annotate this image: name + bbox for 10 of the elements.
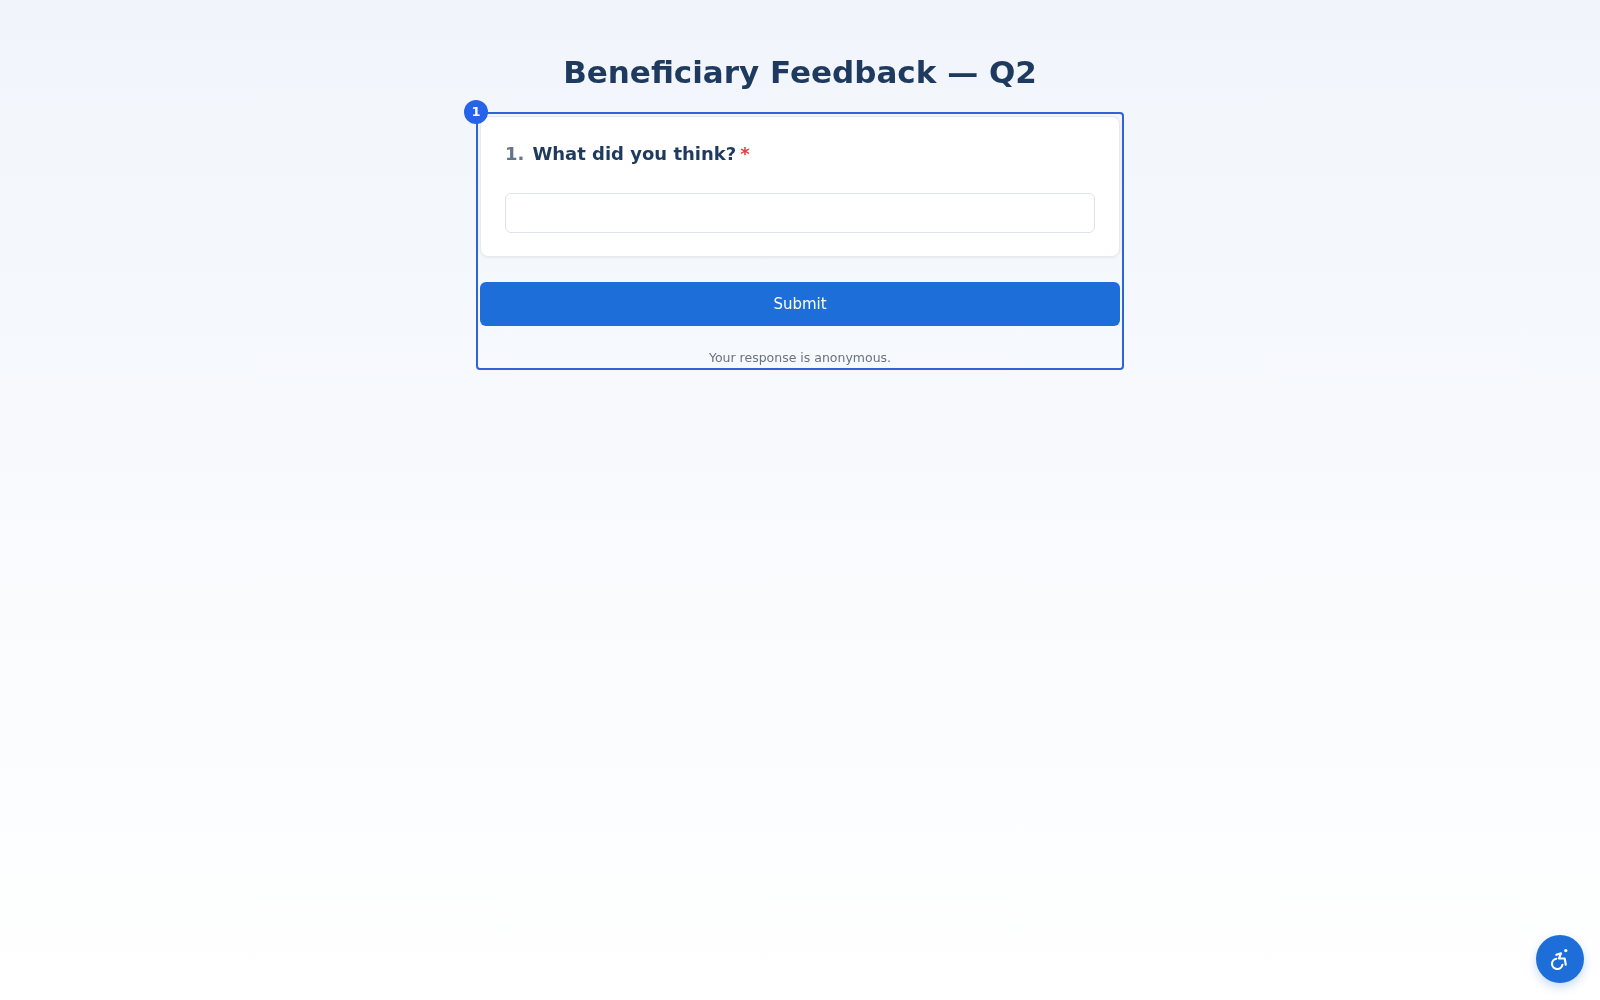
answer-input[interactable] <box>505 193 1095 233</box>
question-number: 1. <box>505 142 525 166</box>
question-text: What did you think? <box>532 142 737 166</box>
form-title: Beneficiary Feedback — Q2 <box>562 53 1038 91</box>
anonymity-note: Your response is anonymous. <box>708 349 892 366</box>
required-mark: * <box>740 142 750 166</box>
submit-button[interactable]: Submit <box>480 282 1120 326</box>
wheelchair-icon <box>1550 948 1570 970</box>
number-badge: 1 <box>464 100 488 124</box>
accessibility-button[interactable] <box>1536 935 1584 983</box>
